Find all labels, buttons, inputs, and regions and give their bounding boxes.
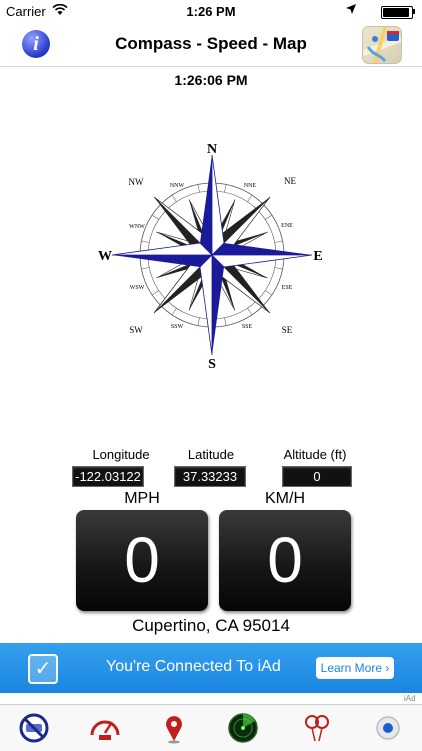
compass-label-wnw: WNW: [129, 224, 145, 230]
compass-label-ese: ESE: [282, 285, 293, 291]
balloons-icon[interactable]: [300, 711, 334, 745]
compass-label-sw: SW: [129, 325, 143, 335]
iad-banner[interactable]: ✓ You're Connected To iAd Learn More ›: [0, 643, 422, 693]
compass-label-w: W: [98, 249, 112, 264]
compass-label-ene: ENE: [281, 223, 293, 229]
compass-label-e: E: [313, 249, 322, 264]
compass-label-ssw: SSW: [171, 324, 184, 330]
mph-label: MPH: [124, 490, 160, 507]
latitude-label: Latitude: [187, 447, 235, 462]
compass-label-se: SE: [282, 325, 293, 335]
compass-label-s: S: [208, 357, 216, 370]
compass-label-sse: SSE: [242, 324, 253, 330]
latitude-value: 37.33233: [174, 466, 246, 487]
map-pin-icon[interactable]: [157, 711, 191, 745]
altitude-value: 0: [282, 466, 352, 487]
kmh-display: 0: [219, 510, 351, 611]
maps-icon: [363, 27, 401, 63]
no-ad-icon[interactable]: [17, 711, 51, 745]
address-label: Cupertino, CA 95014: [132, 616, 290, 635]
page-title: Compass - Speed - Map: [115, 34, 307, 53]
checkmark-icon: ✓: [28, 654, 58, 684]
kmh-label: KM/H: [265, 490, 305, 507]
iad-tag: iAd: [404, 694, 416, 703]
current-time: 1:26:06 PM: [174, 72, 248, 88]
maps-button[interactable]: [362, 26, 402, 64]
longitude-value: -122.03122: [72, 466, 144, 487]
ad-text: You're Connected To iAd: [106, 658, 281, 675]
compass-rose: N E S W NE SE SW NW NNE ENE ESE SSE SSW …: [95, 140, 330, 372]
compass-label-ne: NE: [284, 176, 296, 186]
compass-label-nne: NNE: [244, 183, 257, 189]
radar-icon[interactable]: [226, 711, 260, 745]
record-icon[interactable]: [371, 711, 405, 745]
battery-icon: [381, 6, 413, 19]
location-arrow-icon: [346, 4, 356, 17]
compass-label-wsw: WSW: [130, 285, 145, 291]
speedometer-icon[interactable]: [88, 711, 122, 745]
compass-label-nw: NW: [129, 177, 144, 187]
compass-label-nnw: NNW: [170, 183, 185, 189]
altitude-label: Altitude (ft): [283, 447, 347, 462]
mph-display: 0: [76, 510, 208, 611]
learn-more-button[interactable]: Learn More ›: [316, 657, 394, 679]
status-bar: Carrier 1:26 PM: [0, 0, 422, 22]
status-time: 1:26 PM: [186, 4, 236, 19]
compass-label-n: N: [207, 142, 217, 157]
navigation-bar: i Compass - Speed - Map: [0, 22, 422, 67]
battery-nub: [413, 9, 415, 14]
tab-bar: [0, 704, 422, 751]
